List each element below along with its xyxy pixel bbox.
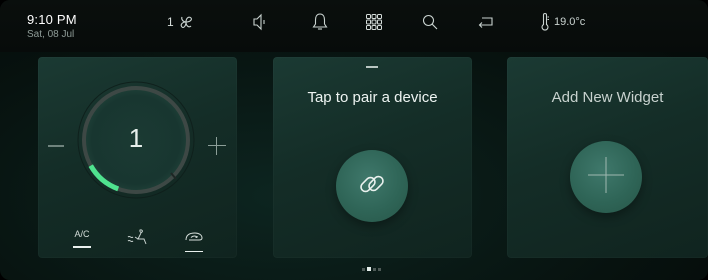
seat-airflow-button[interactable] bbox=[124, 228, 152, 252]
recirculation-icon bbox=[183, 228, 205, 247]
clock-date: Sat, 08 Jul bbox=[27, 29, 75, 40]
apps-grid-icon bbox=[365, 13, 383, 31]
fan-dial-value: 1 bbox=[128, 123, 144, 153]
clock-time: 9:10 PM bbox=[27, 12, 77, 27]
page-dot[interactable] bbox=[367, 267, 371, 271]
seat-airflow-icon bbox=[126, 228, 150, 250]
status-bar: 9:10 PM Sat, 08 Jul 1 19.0°c bbox=[0, 0, 708, 52]
page-indicator bbox=[362, 267, 381, 271]
apps-button[interactable] bbox=[364, 10, 384, 34]
page-dot[interactable] bbox=[378, 267, 381, 271]
thermometer-icon bbox=[540, 12, 550, 32]
fan-speed-button[interactable]: 1 bbox=[167, 10, 195, 34]
bell-icon bbox=[311, 12, 329, 32]
temperature-button[interactable]: 19.0°c bbox=[540, 10, 585, 34]
add-widget-title: Add New Widget bbox=[551, 89, 664, 106]
recirculation-button[interactable] bbox=[180, 228, 208, 252]
search-button[interactable] bbox=[420, 10, 440, 34]
pair-device-button[interactable] bbox=[336, 150, 408, 222]
speaker-icon bbox=[251, 13, 269, 31]
search-icon bbox=[421, 13, 439, 31]
plus-icon bbox=[586, 155, 626, 199]
climate-card: 1 A/C bbox=[38, 57, 237, 258]
page-dot[interactable] bbox=[373, 267, 376, 271]
link-icon bbox=[355, 167, 389, 205]
pair-device-card[interactable]: Tap to pair a device bbox=[273, 57, 472, 258]
drag-handle[interactable] bbox=[366, 66, 378, 68]
temperature-text: 19.0°c bbox=[554, 16, 586, 28]
fan-icon bbox=[177, 14, 195, 30]
notifications-button[interactable] bbox=[310, 10, 330, 34]
recirculation-indicator bbox=[185, 251, 203, 252]
add-widget-card[interactable]: Add New Widget bbox=[507, 57, 708, 258]
return-icon bbox=[477, 15, 495, 29]
home-screen: 9:10 PM Sat, 08 Jul 1 19.0°c 1 A/C Tap t… bbox=[0, 0, 708, 280]
fan-increase-button[interactable] bbox=[208, 137, 226, 155]
fan-decrease-button[interactable] bbox=[48, 145, 64, 147]
page-dot[interactable] bbox=[362, 267, 365, 271]
pair-device-title: Tap to pair a device bbox=[307, 89, 438, 106]
volume-button[interactable] bbox=[250, 10, 270, 34]
ac-button[interactable]: A/C bbox=[68, 228, 96, 252]
add-widget-button[interactable] bbox=[570, 141, 642, 213]
ac-label: A/C bbox=[74, 229, 90, 239]
fan-level-text: 1 bbox=[167, 15, 174, 29]
fan-speed-dial[interactable]: 1 bbox=[76, 80, 196, 200]
return-button[interactable] bbox=[476, 10, 496, 34]
ac-indicator bbox=[73, 246, 91, 248]
